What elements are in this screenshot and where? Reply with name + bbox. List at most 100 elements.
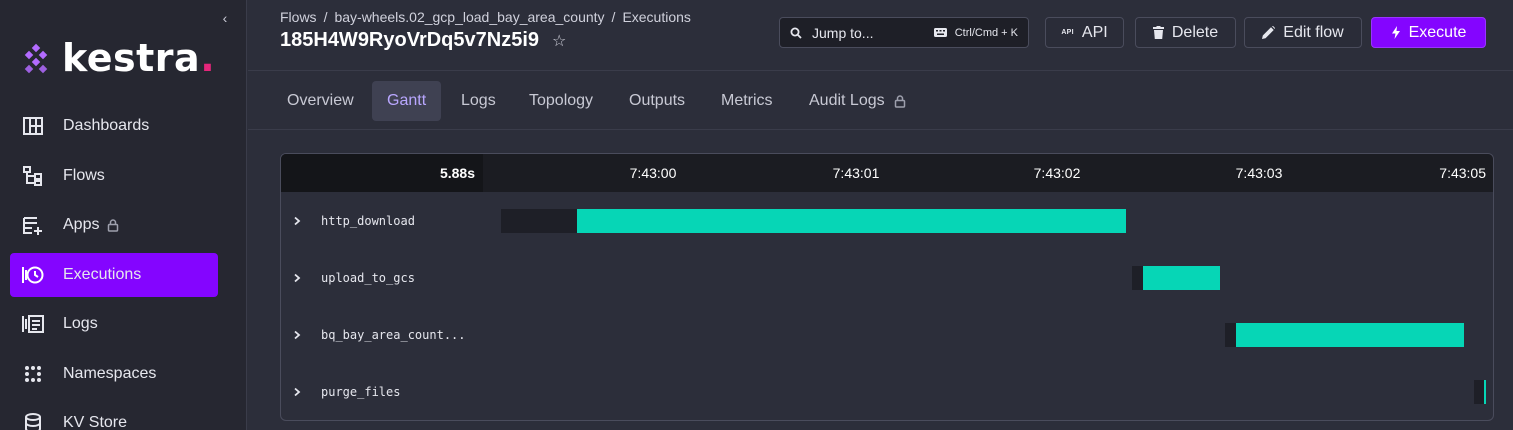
- sidebar: ‹ kestra. Dashboards Flows Apps Executio…: [0, 0, 247, 430]
- task-row-upload-to-gcs[interactable]: upload_to_gcs: [281, 249, 1493, 306]
- executions-icon: [22, 264, 44, 286]
- gantt-header: 5.88s 7:43:00 7:43:01 7:43:02 7:43:03 7:…: [281, 154, 1493, 192]
- task-name: purge_files: [321, 384, 401, 399]
- time-tick: 7:43:05: [1439, 165, 1486, 181]
- chevron-right-icon[interactable]: [293, 249, 301, 306]
- sidebar-item-label: Apps: [63, 216, 100, 233]
- sidebar-item-label: KV Store: [63, 414, 128, 430]
- edit-flow-button[interactable]: Edit flow: [1244, 17, 1362, 48]
- task-name: bq_bay_area_count...: [321, 327, 466, 342]
- sidebar-item-kv-store[interactable]: KV Store: [10, 401, 218, 430]
- task-waiting-bar: [1474, 380, 1484, 404]
- delete-button[interactable]: Delete: [1135, 17, 1236, 48]
- execute-button-label: Execute: [1408, 23, 1467, 41]
- pencil-icon: [1262, 26, 1276, 39]
- breadcrumb: Flows / bay-wheels.02_gcp_load_bay_area_co…: [280, 9, 691, 25]
- keyboard-icon: [933, 28, 947, 37]
- sidebar-item-label: Logs: [63, 315, 98, 332]
- tab-label: Logs: [461, 92, 496, 109]
- execute-button[interactable]: Execute: [1371, 17, 1486, 48]
- breadcrumb-link-flow[interactable]: bay-wheels.02_gcp_load_bay_area_county: [334, 9, 604, 25]
- api-icon: API: [1061, 29, 1074, 36]
- sidebar-item-label: Dashboards: [63, 117, 150, 134]
- edit-flow-button-label: Edit flow: [1283, 23, 1344, 41]
- sidebar-item-flows[interactable]: Flows: [10, 154, 218, 198]
- task-row-purge-files[interactable]: purge_files: [281, 363, 1493, 420]
- task-waiting-bar: [1132, 266, 1143, 290]
- tab-metrics[interactable]: Metrics: [706, 81, 788, 121]
- time-tick: 7:43:01: [832, 165, 880, 181]
- task-running-bar[interactable]: [1236, 323, 1464, 347]
- tab-label: Audit Logs: [809, 92, 885, 109]
- tab-label: Metrics: [721, 92, 773, 109]
- sidebar-item-dashboards[interactable]: Dashboards: [10, 104, 218, 148]
- tab-logs[interactable]: Logs: [446, 81, 511, 121]
- tab-overview[interactable]: Overview: [272, 81, 369, 121]
- task-running-bar[interactable]: [1484, 380, 1486, 404]
- api-button-label: API: [1081, 23, 1108, 41]
- jump-to-search[interactable]: Jump to... Ctrl/Cmd + K: [779, 17, 1029, 48]
- tab-gantt[interactable]: Gantt: [372, 81, 442, 121]
- trash-icon: [1152, 26, 1164, 39]
- namespaces-icon: [22, 363, 44, 385]
- time-tick: 7:43:00: [629, 165, 677, 181]
- task-name: upload_to_gcs: [321, 270, 415, 285]
- shortcut-text: Ctrl/Cmd + K: [954, 26, 1018, 39]
- chevron-right-icon[interactable]: [293, 192, 301, 249]
- page-title: 185H4W9RyoVrDq5v7Nz5i9 ☆: [280, 29, 566, 52]
- breadcrumb-separator: /: [611, 9, 616, 25]
- delete-button-label: Delete: [1171, 23, 1219, 41]
- sidebar-item-namespaces[interactable]: Namespaces: [10, 352, 218, 396]
- tab-audit-logs[interactable]: Audit Logs: [794, 81, 921, 121]
- app-window: ‹ kestra. Dashboards Flows Apps Executio…: [0, 0, 1513, 430]
- dashboard-icon: [22, 115, 44, 137]
- flows-icon: [22, 165, 44, 187]
- chevron-right-icon[interactable]: [293, 363, 301, 420]
- api-button[interactable]: API API: [1045, 17, 1124, 48]
- time-tick: 7:43:02: [1033, 165, 1081, 181]
- collapse-sidebar-icon[interactable]: ‹: [218, 10, 232, 26]
- task-running-bar[interactable]: [577, 209, 1126, 233]
- logo[interactable]: kestra.: [22, 36, 216, 80]
- tab-label: Topology: [529, 92, 594, 109]
- gantt-chart: 5.88s 7:43:00 7:43:01 7:43:02 7:43:03 7:…: [280, 153, 1494, 421]
- lock-icon: [894, 94, 906, 108]
- sidebar-nav: Dashboards Flows Apps Executions Logs Na…: [10, 104, 218, 430]
- tab-label: Gantt: [387, 92, 427, 109]
- task-row-http-download[interactable]: http_download: [281, 192, 1493, 249]
- tab-outputs[interactable]: Outputs: [614, 81, 700, 121]
- search-label: Jump to...: [812, 24, 874, 41]
- task-name: http_download: [321, 213, 415, 228]
- logo-text: kestra.: [62, 36, 216, 80]
- database-icon: [22, 412, 44, 430]
- total-duration: 5.88s: [281, 154, 483, 192]
- task-waiting-bar: [1225, 323, 1236, 347]
- sidebar-item-apps[interactable]: Apps: [10, 203, 218, 247]
- breadcrumb-link-executions[interactable]: Executions: [622, 9, 690, 25]
- time-tick: 7:43:03: [1235, 165, 1283, 181]
- chevron-right-icon[interactable]: [293, 306, 301, 363]
- task-row-bq-bay-area-county[interactable]: bq_bay_area_count...: [281, 306, 1493, 363]
- search-icon: [790, 27, 802, 39]
- logo-mark-icon: [22, 43, 50, 74]
- sidebar-item-logs[interactable]: Logs: [10, 302, 218, 346]
- execution-id: 185H4W9RyoVrDq5v7Nz5i9: [280, 29, 540, 51]
- sidebar-item-executions[interactable]: Executions: [10, 252, 218, 297]
- star-icon[interactable]: ☆: [552, 31, 566, 51]
- sidebar-item-label: Namespaces: [63, 364, 157, 382]
- breadcrumb-link-flows[interactable]: Flows: [280, 9, 317, 25]
- task-running-bar[interactable]: [1143, 266, 1220, 290]
- apps-icon: [22, 214, 44, 236]
- task-waiting-bar: [501, 209, 577, 233]
- tab-topology[interactable]: Topology: [514, 81, 608, 121]
- sidebar-item-label: Flows: [63, 166, 105, 184]
- lightning-icon: [1391, 26, 1401, 39]
- logs-icon: [22, 313, 44, 335]
- execution-tabs: Overview Gantt Logs Topology Outputs Met…: [248, 72, 1513, 130]
- keyboard-shortcut: Ctrl/Cmd + K: [933, 26, 1018, 39]
- tab-label: Outputs: [629, 92, 686, 109]
- lock-icon: [107, 218, 119, 232]
- top-header: Flows / bay-wheels.02_gcp_load_bay_area_co…: [248, 0, 1513, 71]
- breadcrumb-separator: /: [323, 9, 328, 25]
- sidebar-item-label: Executions: [63, 265, 142, 283]
